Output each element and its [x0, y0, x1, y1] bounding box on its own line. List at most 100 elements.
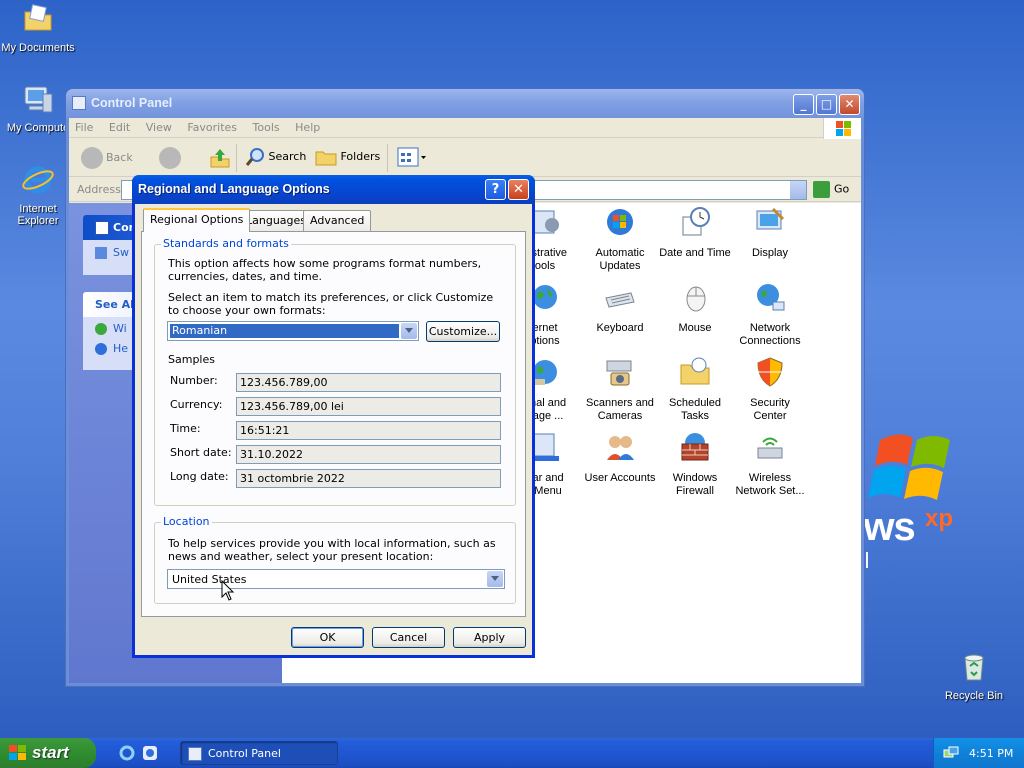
desktop-icon-my-computer[interactable]: My Compute — [0, 82, 76, 134]
computer-icon — [24, 86, 53, 113]
close-button[interactable]: ✕ — [839, 94, 860, 115]
desktop-icon-internet-explorer[interactable]: Internet Explorer — [0, 163, 76, 227]
keyboard-icon — [605, 292, 635, 308]
cp-item-wireless-network[interactable]: Wireless Network Set... — [730, 430, 810, 498]
chevron-down-icon[interactable] — [401, 323, 417, 339]
scheduled-tasks-folder-icon — [680, 357, 710, 385]
tab-languages[interactable]: Languages — [239, 210, 314, 231]
toolbar-separator — [236, 144, 237, 172]
menu-tools[interactable]: Tools — [247, 118, 286, 137]
windows-update-icon — [95, 323, 107, 335]
cp-item-automatic-updates[interactable]: Automatic Updates — [580, 205, 660, 273]
display-icon — [756, 207, 785, 230]
location-select-value: United States — [172, 573, 247, 586]
cp-item-security-center[interactable]: Security Center — [730, 355, 810, 423]
up-folder-icon — [210, 149, 230, 168]
link-label: Wi — [113, 322, 127, 335]
cp-item-mouse[interactable]: Mouse — [655, 280, 735, 335]
sample-label-currency: Currency: — [170, 398, 223, 411]
toolbar-separator — [387, 144, 388, 172]
dialog-close-button[interactable]: ✕ — [508, 179, 529, 200]
help-icon — [95, 343, 107, 355]
cp-item-scheduled-tasks[interactable]: Scheduled Tasks — [655, 355, 735, 423]
standards-description: This option affects how some programs fo… — [168, 257, 482, 283]
cp-item-scanners-cameras[interactable]: Scanners and Cameras — [580, 355, 660, 423]
recycle-bin-icon — [964, 654, 984, 681]
sample-label-long-date: Long date: — [170, 470, 229, 483]
address-label: Address — [77, 183, 121, 196]
help-button[interactable]: ? — [485, 179, 506, 200]
sample-value-currency: 123.456.789,00 lei — [236, 397, 501, 416]
control-panel-icon — [188, 747, 202, 761]
item-label: Date and Time — [659, 247, 731, 259]
taskbar: start Control Panel 4:51 PM — [0, 738, 1024, 768]
back-label: Back — [106, 151, 133, 164]
search-icon — [245, 148, 264, 166]
menu-file[interactable]: File — [69, 118, 99, 137]
quicklaunch-media-icon[interactable] — [141, 744, 159, 762]
scanner-camera-icon — [606, 360, 632, 386]
minimize-button[interactable]: _ — [793, 94, 814, 115]
internet-explorer-icon — [22, 166, 54, 194]
search-button[interactable]: Search — [245, 147, 306, 167]
back-arrow-icon — [81, 147, 103, 169]
cp-item-date-and-time[interactable]: Date and Time — [655, 205, 735, 260]
cp-item-keyboard[interactable]: Keyboard — [580, 280, 660, 335]
clock[interactable]: 4:51 PM — [969, 747, 1013, 760]
go-label: Go — [834, 182, 850, 196]
chevron-down-icon[interactable] — [487, 571, 503, 587]
back-button[interactable]: Back — [81, 147, 133, 169]
location-select[interactable]: United States — [167, 569, 505, 589]
quicklaunch-ie-icon[interactable] — [118, 744, 136, 762]
windows-flag-icon — [823, 118, 861, 139]
start-button[interactable]: start — [0, 738, 96, 768]
ok-button[interactable]: OK — [291, 627, 364, 648]
taskbar-item-control-panel[interactable]: Control Panel — [180, 741, 338, 765]
customize-button[interactable]: Customize... — [426, 321, 500, 342]
tab-regional-options[interactable]: Regional Options — [143, 208, 251, 232]
item-label: Scanners and Cameras — [586, 397, 654, 422]
apply-button[interactable]: Apply — [453, 627, 526, 648]
menu-view[interactable]: View — [140, 118, 178, 137]
cp-item-user-accounts[interactable]: User Accounts — [580, 430, 660, 485]
cp-item-display[interactable]: Display — [730, 205, 810, 260]
desktop-icon-label: My Compute — [6, 122, 70, 134]
item-label: User Accounts — [584, 472, 656, 484]
desktop-icon-recycle-bin[interactable]: Recycle Bin — [936, 650, 1012, 702]
up-folder-button[interactable] — [209, 147, 231, 172]
network-tray-icon[interactable] — [943, 745, 959, 761]
control-panel-titlebar[interactable]: Control Panel _ □ ✕ — [66, 89, 864, 118]
forward-button[interactable] — [159, 147, 184, 169]
sample-label-short-date: Short date: — [170, 446, 232, 459]
cp-item-network-connections[interactable]: Network Connections — [730, 280, 810, 348]
folder-documents-icon — [24, 4, 52, 31]
go-button[interactable]: Go — [813, 181, 849, 198]
item-label: Network Connections — [739, 322, 801, 347]
desktop-icon-my-documents[interactable]: My Documents — [0, 2, 76, 54]
cp-item-windows-firewall[interactable]: Windows Firewall — [655, 430, 735, 498]
folders-button[interactable]: Folders — [315, 147, 380, 167]
cancel-button[interactable]: Cancel — [372, 627, 445, 648]
tab-advanced[interactable]: Advanced — [303, 210, 372, 231]
format-select[interactable]: Romanian — [167, 321, 419, 341]
maximize-button[interactable]: □ — [816, 94, 837, 115]
item-label: Keyboard — [596, 322, 644, 334]
task-label: Control Panel — [208, 747, 281, 760]
standards-formats-group: Standards and formats This option affect… — [154, 237, 516, 506]
views-button[interactable] — [397, 147, 427, 170]
dialog-titlebar[interactable]: Regional and Language Options ? ✕ — [132, 175, 535, 204]
control-panel-checklist-icon — [95, 221, 109, 235]
sample-label-time: Time: — [170, 422, 201, 435]
item-label: Automatic Updates — [595, 247, 645, 272]
sample-value-long-date: 31 octombrie 2022 — [236, 469, 501, 488]
clock-calendar-icon — [682, 207, 710, 236]
regional-language-dialog: Regional and Language Options ? ✕ Region… — [132, 175, 535, 658]
windows-flag-icon — [9, 745, 26, 760]
menu-edit[interactable]: Edit — [103, 118, 136, 137]
chevron-down-icon[interactable] — [790, 181, 806, 199]
search-label: Search — [268, 150, 307, 163]
link-label: He — [113, 342, 129, 355]
menu-help[interactable]: Help — [289, 118, 326, 137]
menu-favorites[interactable]: Favorites — [181, 118, 243, 137]
shield-icon — [757, 357, 783, 387]
